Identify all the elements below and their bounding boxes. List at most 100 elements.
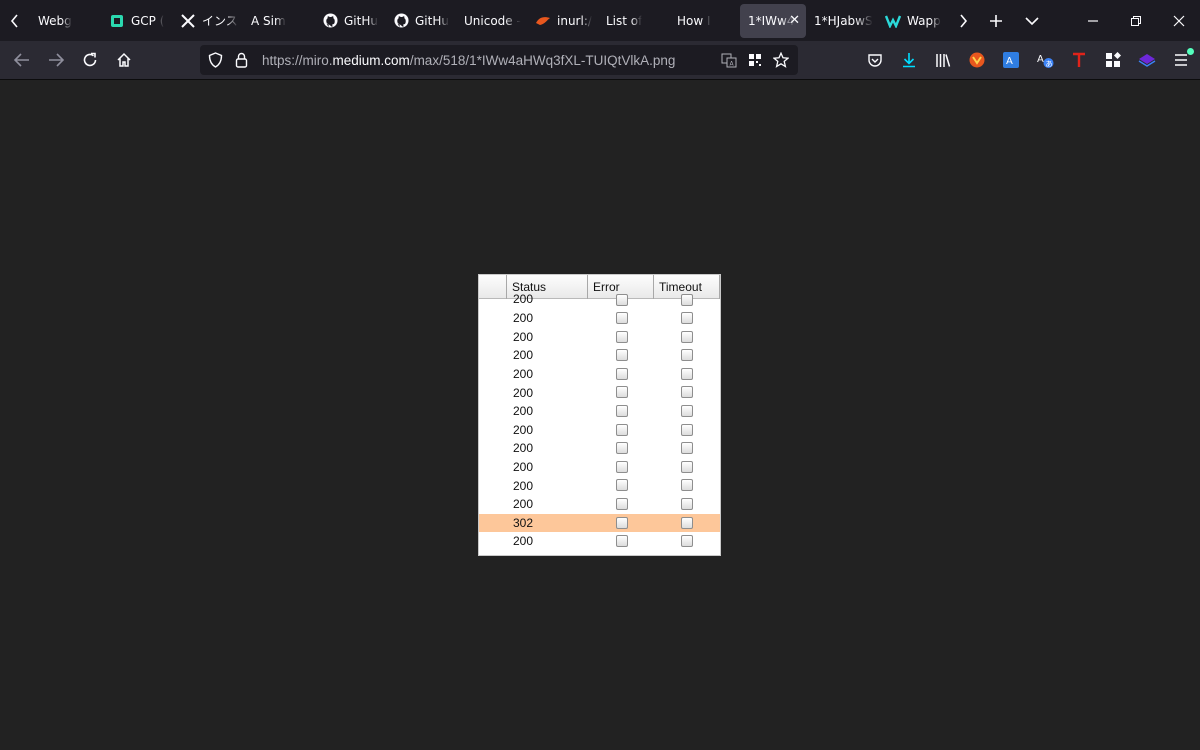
timeout-checkbox[interactable] xyxy=(681,330,693,343)
close-tab-icon[interactable]: ✕ xyxy=(789,13,800,28)
layers-extension-icon[interactable] xyxy=(1130,45,1164,75)
tab[interactable]: inurl:/ xyxy=(527,4,598,38)
table-row[interactable]: 200 xyxy=(479,439,720,458)
tab[interactable]: Webg xyxy=(30,4,101,38)
t-extension-icon[interactable] xyxy=(1062,45,1096,75)
status-cell: 200 xyxy=(513,329,534,344)
table-row[interactable]: 200 xyxy=(479,328,720,347)
tracking-protection-icon[interactable] xyxy=(202,45,228,75)
tab[interactable]: GCP ( xyxy=(101,4,172,38)
list-all-tabs-button[interactable] xyxy=(1014,0,1050,41)
timeout-checkbox[interactable] xyxy=(681,294,693,306)
error-checkbox[interactable] xyxy=(616,460,628,473)
table-row[interactable]: 200 xyxy=(479,421,720,440)
url-prefix: https://miro. xyxy=(262,52,333,68)
error-checkbox[interactable] xyxy=(616,312,628,324)
timeout-checkbox[interactable] xyxy=(681,349,693,362)
tab[interactable]: Wapp xyxy=(877,4,948,38)
table-row[interactable]: 200 xyxy=(479,495,720,514)
table-row[interactable]: 200 xyxy=(479,365,720,384)
new-tab-button[interactable] xyxy=(978,0,1014,41)
table-row[interactable]: 200 xyxy=(479,346,720,365)
timeout-checkbox[interactable] xyxy=(681,516,693,529)
tab-label: 1*IWw4 xyxy=(748,13,795,28)
table-row[interactable]: 302 xyxy=(479,513,720,533)
scroll-tabs-left-button[interactable] xyxy=(0,0,30,41)
forward-button[interactable] xyxy=(39,44,73,76)
github-icon xyxy=(393,13,409,29)
table-row[interactable]: 200 xyxy=(479,402,720,421)
error-checkbox[interactable] xyxy=(616,404,628,417)
timeout-checkbox[interactable] xyxy=(681,497,693,510)
timeout-checkbox[interactable] xyxy=(681,479,693,492)
library-icon[interactable] xyxy=(926,45,960,75)
tab[interactable]: インス xyxy=(172,4,243,38)
timeout-checkbox[interactable] xyxy=(681,367,693,380)
error-checkbox[interactable] xyxy=(616,294,628,306)
pocket-icon[interactable] xyxy=(858,45,892,75)
qr-code-icon[interactable] xyxy=(742,45,768,75)
tab[interactable]: Unicode - xyxy=(456,4,527,38)
scroll-tabs-right-button[interactable] xyxy=(948,0,978,41)
close-window-button[interactable] xyxy=(1157,0,1200,41)
table-row[interactable]: 200 xyxy=(479,458,720,477)
table-row[interactable]: 200 xyxy=(479,383,720,402)
error-checkbox[interactable] xyxy=(616,442,628,455)
table-row[interactable]: 200 xyxy=(479,292,720,309)
bookmark-star-icon[interactable] xyxy=(768,45,794,75)
reload-icon xyxy=(83,52,97,67)
home-button[interactable] xyxy=(107,44,141,76)
timeout-checkbox[interactable] xyxy=(681,460,693,473)
address-bar[interactable]: https://miro.medium.com/max/518/1*IWw4aH… xyxy=(200,45,798,75)
downloads-icon[interactable] xyxy=(892,45,926,75)
tab[interactable]: GitHu xyxy=(314,4,385,38)
back-button[interactable] xyxy=(5,44,39,76)
table-row[interactable]: 200 xyxy=(479,309,720,328)
timeout-checkbox[interactable] xyxy=(681,312,693,324)
error-checkbox[interactable] xyxy=(616,497,628,510)
error-checkbox[interactable] xyxy=(616,330,628,343)
lock-icon[interactable] xyxy=(228,45,254,75)
chevron-right-icon xyxy=(960,13,968,28)
arrow-right-icon xyxy=(49,53,64,67)
error-checkbox[interactable] xyxy=(616,479,628,492)
translate-page-icon[interactable]: A xyxy=(716,45,742,75)
error-checkbox[interactable] xyxy=(616,386,628,399)
reload-button[interactable] xyxy=(73,44,107,76)
minimize-button[interactable] xyxy=(1071,0,1114,41)
error-checkbox[interactable] xyxy=(616,516,628,529)
timeout-checkbox[interactable] xyxy=(681,535,693,548)
tab-active[interactable]: 1*IWw4 ✕ xyxy=(740,3,806,38)
svg-text:A: A xyxy=(1037,54,1044,65)
error-checkbox[interactable] xyxy=(616,367,628,380)
tab-label: 1*HJabwS xyxy=(814,13,873,28)
gcp-icon xyxy=(109,13,125,29)
table-row[interactable]: 200 xyxy=(479,532,720,551)
translate-extension-icon[interactable]: A xyxy=(994,45,1028,75)
status-cell: 200 xyxy=(513,404,534,419)
error-checkbox[interactable] xyxy=(616,423,628,436)
timeout-checkbox[interactable] xyxy=(681,423,693,436)
tab[interactable]: How I xyxy=(669,4,740,38)
apps-grid-icon[interactable] xyxy=(1096,45,1130,75)
app-menu-icon[interactable] xyxy=(1164,45,1198,75)
timeout-checkbox[interactable] xyxy=(681,404,693,417)
table-row[interactable]: 200 xyxy=(479,476,720,495)
timeout-checkbox[interactable] xyxy=(681,386,693,399)
tab-label: GitHu xyxy=(344,13,378,28)
tab[interactable]: 1*HJabwS xyxy=(806,4,877,38)
timeout-checkbox[interactable] xyxy=(681,442,693,455)
error-checkbox[interactable] xyxy=(616,535,628,548)
displayed-image: Status Error Timeout 200 200 200 200 200 200 2… xyxy=(478,274,721,556)
status-cell: 200 xyxy=(513,292,534,306)
tab[interactable]: A Sim xyxy=(243,4,314,38)
tab[interactable]: List of xyxy=(598,4,669,38)
url-text[interactable]: https://miro.medium.com/max/518/1*IWw4aH… xyxy=(262,53,675,68)
tab-label: List of xyxy=(606,13,643,28)
restore-button[interactable] xyxy=(1114,0,1157,41)
text-translate-extension-icon[interactable]: Aあ xyxy=(1028,45,1062,75)
fox-extension-icon[interactable] xyxy=(960,45,994,75)
url-domain: medium.com xyxy=(332,52,410,68)
error-checkbox[interactable] xyxy=(616,349,628,362)
tab[interactable]: GitHu xyxy=(385,4,456,38)
